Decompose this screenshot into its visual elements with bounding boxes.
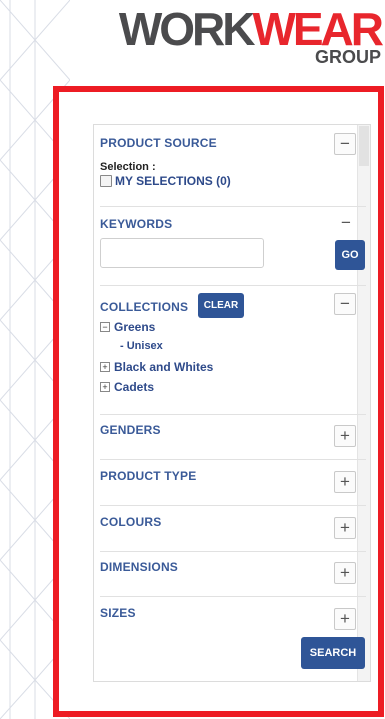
colours-title: COLOURS [100, 515, 162, 529]
colours-expand-button[interactable]: + [334, 517, 356, 539]
collections-collapse-button[interactable]: − [334, 293, 356, 315]
filter-panel: PRODUCT SOURCE − Selection : MY SELECTIO… [93, 124, 371, 682]
tree-expand-icon[interactable]: + [100, 382, 110, 392]
logo-work-text: WORK [118, 3, 256, 55]
keywords-collapse-button[interactable]: − [336, 213, 356, 233]
go-button[interactable]: GO [335, 240, 365, 270]
tree-expand-icon[interactable]: + [100, 362, 110, 372]
tree-collapse-icon[interactable]: − [100, 322, 110, 332]
section-divider [100, 596, 366, 597]
brand-logo: WORKWEAR GROUP [118, 3, 384, 66]
sizes-title: SIZES [100, 606, 136, 620]
section-divider [100, 206, 366, 207]
sizes-expand-button[interactable]: + [334, 608, 356, 630]
highlight-frame: PRODUCT SOURCE − Selection : MY SELECTIO… [53, 86, 384, 717]
my-selections-checkbox[interactable] [100, 175, 112, 187]
section-divider [100, 285, 366, 286]
genders-title: GENDERS [100, 423, 161, 437]
panel-scrollbar[interactable] [357, 125, 370, 681]
collection-subitem[interactable]: - Unisex [120, 340, 163, 352]
selection-label: Selection : [100, 161, 156, 173]
dimensions-expand-button[interactable]: + [334, 562, 356, 584]
keywords-input[interactable] [100, 238, 264, 268]
search-button[interactable]: SEARCH [301, 637, 365, 669]
scrollbar-thumb[interactable] [359, 126, 369, 166]
product-type-expand-button[interactable]: + [334, 471, 356, 493]
section-divider [100, 459, 366, 460]
my-selections-label[interactable]: MY SELECTIONS (0) [115, 174, 231, 188]
genders-expand-button[interactable]: + [334, 425, 356, 447]
product-source-collapse-button[interactable]: − [334, 133, 356, 155]
collection-item[interactable]: Cadets [114, 380, 154, 394]
section-divider [100, 505, 366, 506]
collections-title: COLLECTIONS [100, 300, 189, 314]
keywords-title: KEYWORDS [100, 217, 173, 231]
product-source-title: PRODUCT SOURCE [100, 136, 217, 150]
dimensions-title: DIMENSIONS [100, 560, 179, 574]
collections-clear-button[interactable]: CLEAR [198, 293, 244, 318]
collection-item[interactable]: Greens [114, 320, 155, 334]
product-type-title: PRODUCT TYPE [100, 469, 197, 483]
section-divider [100, 551, 366, 552]
section-divider [100, 414, 366, 415]
collection-item[interactable]: Black and Whites [114, 360, 213, 374]
